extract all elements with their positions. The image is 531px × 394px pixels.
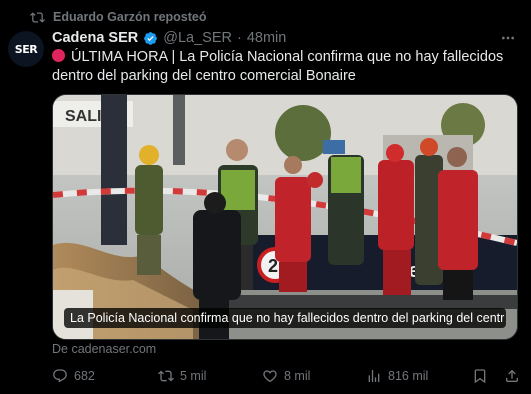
heart-icon bbox=[263, 370, 277, 383]
news-photo: SALI 2 ienda bbox=[53, 95, 517, 339]
tweet-text-block: ÚLTIMA HORA | La Policía Nacional confir… bbox=[52, 48, 522, 86]
sign-left-text: SALI bbox=[65, 108, 101, 125]
share-icon bbox=[506, 369, 518, 382]
repost-button[interactable]: 5 mil bbox=[158, 368, 206, 384]
media-card[interactable]: SALI 2 ienda bbox=[52, 94, 518, 340]
share-button[interactable] bbox=[504, 368, 520, 384]
bookmark-icon bbox=[474, 369, 486, 384]
bookmark-button[interactable] bbox=[472, 368, 488, 384]
separator-dot: · bbox=[236, 30, 242, 46]
author-name[interactable]: Cadena SER bbox=[52, 30, 138, 46]
views-count: 816 mil bbox=[388, 369, 429, 383]
more-options-icon[interactable] bbox=[499, 30, 517, 46]
reply-icon bbox=[53, 369, 67, 383]
like-count: 8 mil bbox=[284, 369, 311, 383]
action-bar: 682 5 mil 8 mil 816 mil bbox=[52, 366, 522, 386]
reply-button[interactable]: 682 bbox=[52, 368, 95, 384]
repost-header[interactable]: Eduardo Garzón reposteó bbox=[30, 8, 207, 26]
repost-label: Eduardo Garzón reposteó bbox=[53, 10, 207, 24]
media-caption: La Policía Nacional confirma que no hay … bbox=[64, 308, 506, 328]
like-button[interactable]: 8 mil bbox=[262, 368, 310, 384]
views-button[interactable]: 816 mil bbox=[366, 368, 428, 384]
avatar-logo: SER bbox=[14, 42, 38, 56]
red-circle-icon bbox=[52, 49, 65, 62]
tweet-text: ÚLTIMA HORA | La Policía Nacional confir… bbox=[52, 49, 504, 84]
author-handle[interactable]: @La_SER bbox=[163, 30, 232, 46]
analytics-icon bbox=[368, 370, 380, 382]
verified-badge-icon bbox=[144, 31, 158, 45]
author-line: Cadena SER @La_SER · 48min bbox=[52, 28, 515, 48]
repost-icon bbox=[30, 11, 45, 23]
source-link[interactable]: De cadenaser.com bbox=[52, 342, 156, 356]
repost-icon bbox=[158, 370, 174, 382]
reply-count: 682 bbox=[74, 369, 95, 383]
repost-count: 5 mil bbox=[180, 369, 207, 383]
tweet-timestamp[interactable]: 48min bbox=[247, 30, 287, 46]
avatar[interactable]: SER bbox=[8, 31, 44, 67]
